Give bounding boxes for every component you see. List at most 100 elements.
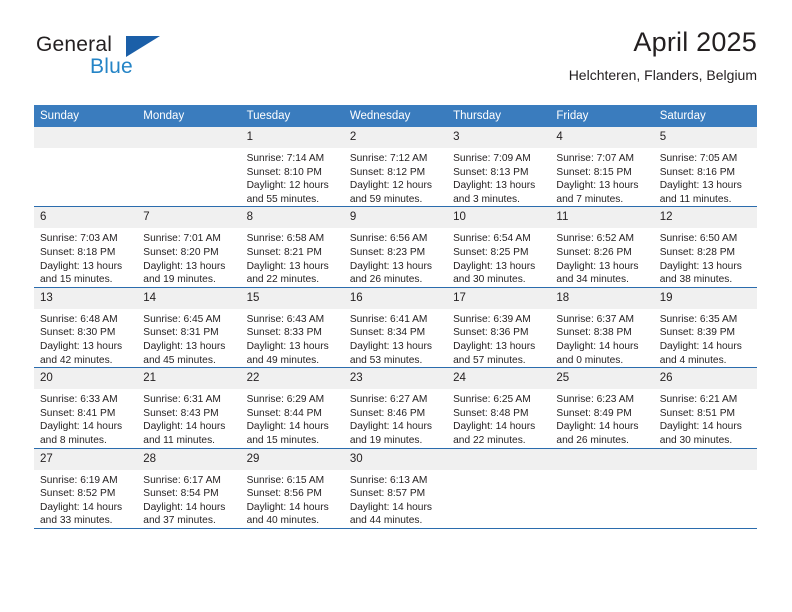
sunrise-text: Sunrise: 6:35 AM	[659, 313, 738, 325]
day-sun-info: Sunrise: 6:58 AM Sunset: 8:21 PM Daylight:…	[241, 228, 344, 286]
day-number: 23	[343, 368, 448, 390]
day-number: 4	[550, 127, 654, 148]
sunset-text: Sunset: 8:31 PM	[143, 327, 219, 339]
calendar-day-cell[interactable]: 19 Sunrise: 6:35 AM Sunset: 8:39 PM Dayligh…	[653, 287, 757, 369]
day-sun-info: Sunrise: 6:13 AM Sunset: 8:57 PM Daylight:…	[344, 470, 447, 528]
calendar-day-cell[interactable]: 12 Sunrise: 6:50 AM Sunset: 8:28 PM Dayligh…	[653, 206, 757, 288]
calendar-day-cell[interactable]: 4 Sunrise: 7:07 AM Sunset: 8:15 PM Daylight…	[550, 127, 654, 208]
daylight-text-line2: and 33 minutes.	[40, 515, 113, 527]
daylight-text-line1: Daylight: 13 hours	[453, 340, 536, 352]
calendar-week-row: 6 Sunrise: 7:03 AM Sunset: 8:18 PM Daylight…	[34, 206, 757, 288]
sunset-text: Sunset: 8:44 PM	[246, 407, 322, 419]
day-number: 9	[343, 207, 448, 229]
calendar-day-cell[interactable]: 28 Sunrise: 6:17 AM Sunset: 8:54 PM Dayligh…	[137, 448, 241, 529]
calendar-cell-empty	[137, 127, 241, 208]
calendar-day-cell[interactable]: 13 Sunrise: 6:48 AM Sunset: 8:30 PM Dayligh…	[34, 287, 138, 369]
day-sun-info: Sunrise: 6:23 AM Sunset: 8:49 PM Daylight:…	[550, 389, 653, 447]
day-number: 14	[137, 287, 241, 309]
sunrise-text: Sunrise: 7:03 AM	[40, 233, 118, 245]
daylight-text-line1: Daylight: 14 hours	[246, 421, 329, 433]
calendar-day-cell[interactable]: 25 Sunrise: 6:23 AM Sunset: 8:49 PM Dayligh…	[550, 367, 654, 449]
daylight-text-line2: and 44 minutes.	[349, 515, 423, 527]
sunset-text: Sunset: 8:43 PM	[143, 407, 219, 419]
calendar-day-cell[interactable]: 9 Sunrise: 6:56 AM Sunset: 8:23 PM Daylight…	[343, 206, 448, 288]
calendar-day-cell[interactable]: 3 Sunrise: 7:09 AM Sunset: 8:13 PM Daylight…	[447, 127, 551, 208]
daylight-text-line2: and 4 minutes.	[659, 354, 727, 366]
calendar-day-cell[interactable]: 29 Sunrise: 6:15 AM Sunset: 8:56 PM Dayligh…	[240, 448, 344, 529]
day-number: 18	[550, 287, 654, 309]
calendar-day-cell[interactable]: 26 Sunrise: 6:21 AM Sunset: 8:51 PM Dayligh…	[653, 367, 757, 449]
calendar-day-cell[interactable]: 7 Sunrise: 7:01 AM Sunset: 8:20 PM Daylight…	[137, 206, 241, 288]
day-number: 5	[653, 127, 757, 148]
calendar-day-cell[interactable]: 24 Sunrise: 6:25 AM Sunset: 8:48 PM Dayligh…	[447, 367, 551, 449]
calendar-day-cell[interactable]: 21 Sunrise: 6:31 AM Sunset: 8:43 PM Dayligh…	[137, 367, 241, 449]
sunrise-text: Sunrise: 6:15 AM	[246, 474, 325, 486]
daylight-text-line1: Daylight: 13 hours	[659, 260, 742, 272]
sunset-text: Sunset: 8:56 PM	[246, 488, 322, 500]
calendar-day-cell[interactable]: 16 Sunrise: 6:41 AM Sunset: 8:34 PM Dayligh…	[343, 287, 448, 369]
day-number: 12	[653, 207, 757, 229]
sunrise-text: Sunrise: 6:19 AM	[40, 474, 118, 486]
sunrise-text: Sunrise: 6:43 AM	[246, 313, 325, 325]
sunset-text: Sunset: 8:34 PM	[349, 327, 426, 339]
calendar-day-cell[interactable]: 30 Sunrise: 6:13 AM Sunset: 8:57 PM Dayligh…	[343, 448, 448, 529]
daylight-text-line1: Daylight: 13 hours	[40, 260, 123, 272]
sunrise-text: Sunrise: 7:05 AM	[659, 153, 738, 164]
sunrise-text: Sunrise: 6:58 AM	[246, 233, 325, 245]
calendar-day-cell[interactable]: 2 Sunrise: 7:12 AM Sunset: 8:12 PM Daylight…	[343, 127, 448, 208]
daylight-text-line2: and 26 minutes.	[349, 274, 423, 286]
day-number: 7	[137, 207, 241, 229]
sunrise-text: Sunrise: 6:54 AM	[453, 233, 531, 245]
calendar-day-cell[interactable]: 15 Sunrise: 6:43 AM Sunset: 8:33 PM Dayligh…	[240, 287, 344, 369]
sunrise-text: Sunrise: 6:25 AM	[453, 394, 531, 406]
page-title: April 2025	[633, 27, 757, 57]
day-sun-info: Sunrise: 7:12 AM Sunset: 8:12 PM Daylight:…	[344, 148, 447, 206]
sunrise-text: Sunrise: 6:13 AM	[349, 474, 428, 486]
calendar-day-cell[interactable]: 20 Sunrise: 6:33 AM Sunset: 8:41 PM Dayligh…	[34, 367, 138, 449]
calendar-day-cell[interactable]: 10 Sunrise: 6:54 AM Sunset: 8:25 PM Dayligh…	[447, 206, 551, 288]
day-sun-info: Sunrise: 6:35 AM Sunset: 8:39 PM Daylight:…	[654, 309, 757, 367]
daylight-text-line1: Daylight: 13 hours	[40, 340, 123, 352]
sunset-text: Sunset: 8:25 PM	[453, 246, 529, 258]
sunset-text: Sunset: 8:10 PM	[246, 166, 322, 178]
calendar-day-cell[interactable]: 14 Sunrise: 6:45 AM Sunset: 8:31 PM Dayligh…	[137, 287, 241, 369]
day-number: 28	[137, 448, 241, 470]
day-sun-info: Sunrise: 6:39 AM Sunset: 8:36 PM Daylight:…	[447, 309, 550, 367]
sunset-text: Sunset: 8:20 PM	[143, 246, 219, 258]
sunrise-text: Sunrise: 6:27 AM	[349, 394, 428, 406]
calendar-day-cell[interactable]: 8 Sunrise: 6:58 AM Sunset: 8:21 PM Daylight…	[240, 206, 344, 288]
daylight-text-line2: and 26 minutes.	[556, 434, 629, 446]
day-sun-info: Sunrise: 6:31 AM Sunset: 8:43 PM Daylight:…	[137, 389, 240, 447]
day-number: 3	[447, 127, 551, 148]
day-sun-info: Sunrise: 7:14 AM Sunset: 8:10 PM Daylight:…	[241, 148, 344, 206]
calendar-day-cell[interactable]: 22 Sunrise: 6:29 AM Sunset: 8:44 PM Dayligh…	[240, 367, 344, 449]
day-number: 1	[240, 127, 344, 148]
sunrise-text: Sunrise: 6:50 AM	[659, 233, 738, 245]
daylight-text-line2: and 57 minutes.	[453, 354, 526, 366]
calendar-day-cell[interactable]: 27 Sunrise: 6:19 AM Sunset: 8:52 PM Dayligh…	[34, 448, 138, 529]
brand-logo[interactable]: General Blue	[34, 26, 294, 86]
sunset-text: Sunset: 8:21 PM	[246, 246, 322, 258]
sunrise-text: Sunrise: 7:14 AM	[246, 153, 325, 164]
sunrise-text: Sunrise: 6:56 AM	[349, 233, 428, 245]
daylight-text-line1: Daylight: 13 hours	[556, 260, 639, 272]
day-sun-info: Sunrise: 6:54 AM Sunset: 8:25 PM Daylight:…	[447, 228, 550, 286]
daylight-text-line1: Daylight: 13 hours	[349, 340, 432, 352]
calendar-day-cell[interactable]: 1 Sunrise: 7:14 AM Sunset: 8:10 PM Daylight…	[240, 127, 344, 208]
calendar-day-cell[interactable]: 18 Sunrise: 6:37 AM Sunset: 8:38 PM Dayligh…	[550, 287, 654, 369]
calendar-day-cell[interactable]: 6 Sunrise: 7:03 AM Sunset: 8:18 PM Daylight…	[34, 206, 138, 288]
page-header: General Blue April 2025 Helchteren, Flan…	[34, 26, 757, 92]
weekday-header-friday: Friday	[550, 105, 654, 127]
day-number: 11	[550, 207, 654, 229]
calendar-day-cell[interactable]: 17 Sunrise: 6:39 AM Sunset: 8:36 PM Dayligh…	[447, 287, 551, 369]
day-sun-info: Sunrise: 6:50 AM Sunset: 8:28 PM Daylight:…	[654, 228, 757, 286]
daylight-text-line1: Daylight: 13 hours	[246, 260, 329, 272]
day-number: 27	[34, 448, 138, 470]
calendar-day-cell[interactable]: 11 Sunrise: 6:52 AM Sunset: 8:26 PM Dayligh…	[550, 206, 654, 288]
sunrise-text: Sunrise: 6:33 AM	[40, 394, 118, 406]
day-sun-info: Sunrise: 6:19 AM Sunset: 8:52 PM Daylight:…	[34, 470, 137, 528]
daylight-text-line1: Daylight: 14 hours	[349, 421, 432, 433]
calendar-day-cell[interactable]: 23 Sunrise: 6:27 AM Sunset: 8:46 PM Dayligh…	[343, 367, 448, 449]
day-sun-info: Sunrise: 6:43 AM Sunset: 8:33 PM Daylight:…	[241, 309, 344, 367]
calendar-day-cell[interactable]: 5 Sunrise: 7:05 AM Sunset: 8:16 PM Daylight…	[653, 127, 757, 208]
